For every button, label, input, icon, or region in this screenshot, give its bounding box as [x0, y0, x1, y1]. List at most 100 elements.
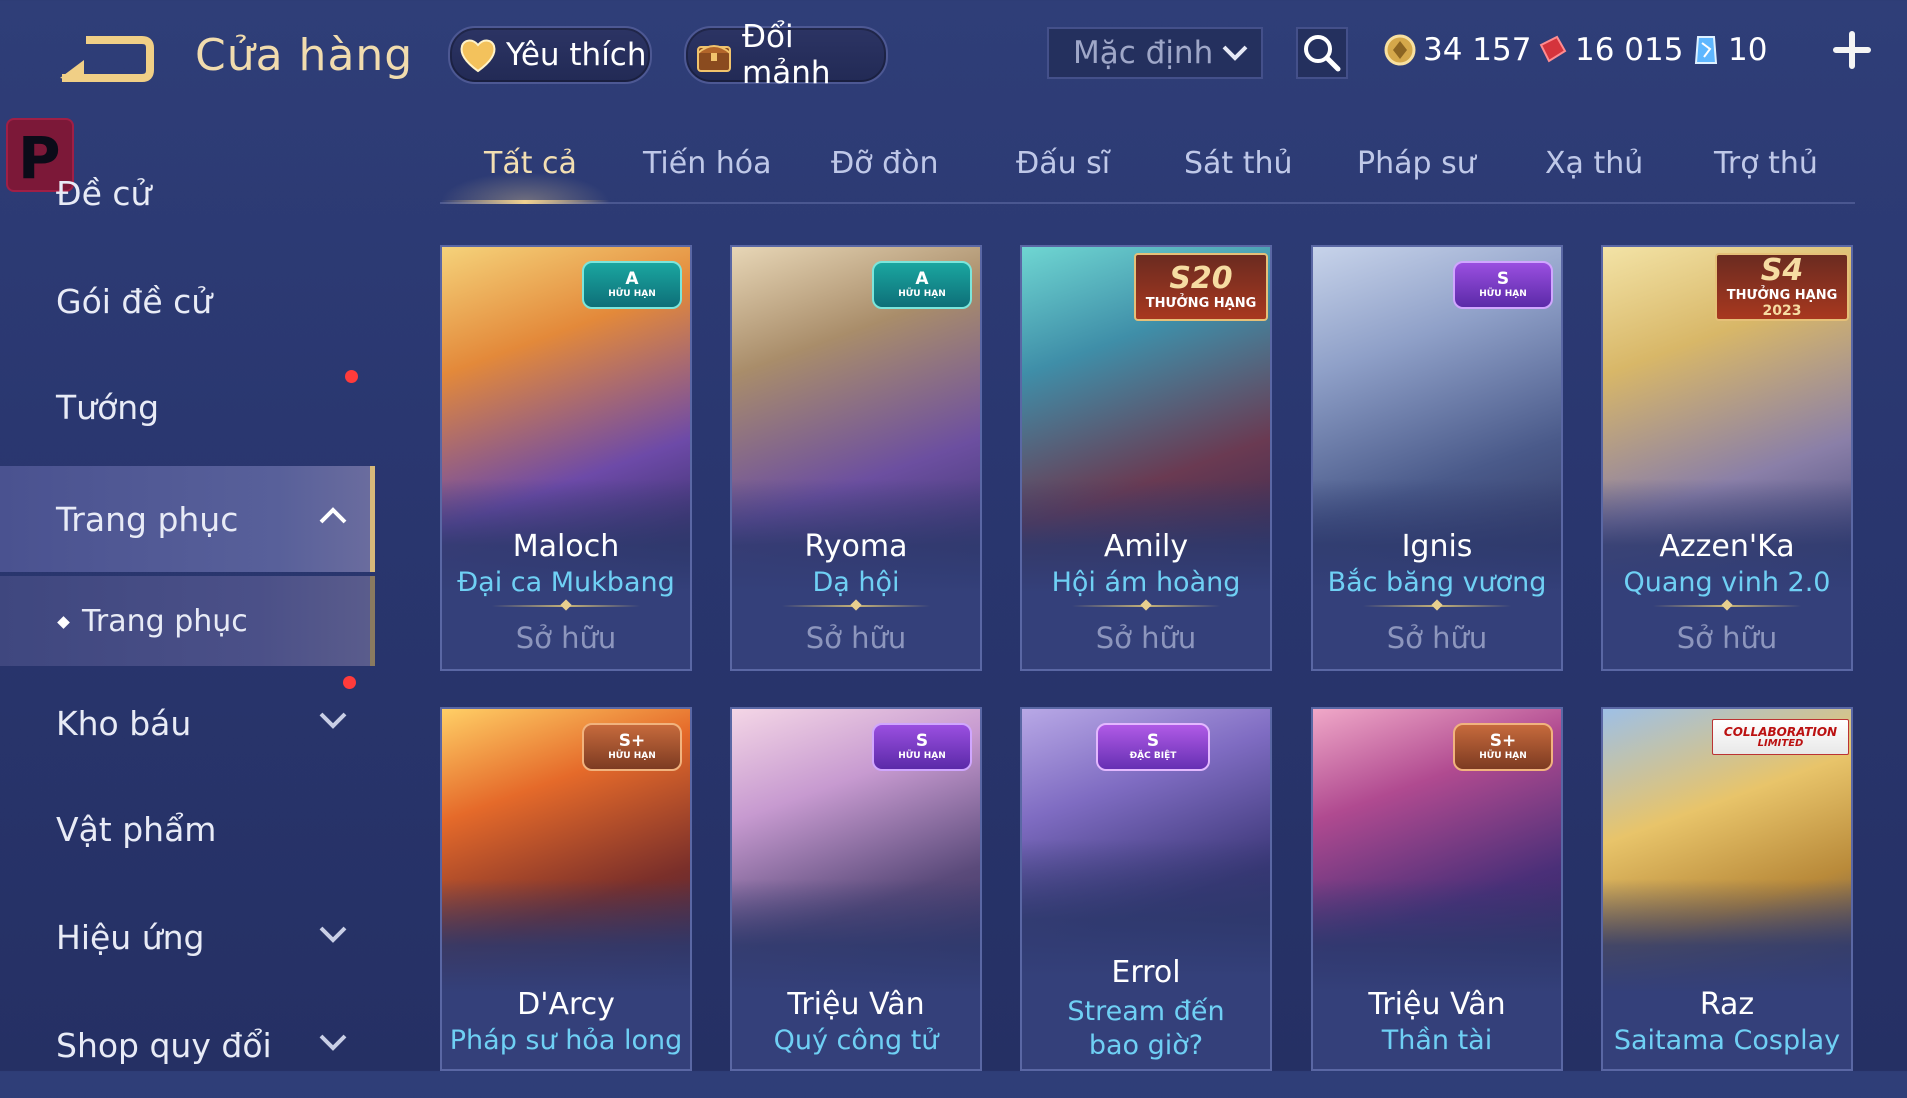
sidebar-item-label: Kho báu — [56, 703, 192, 743]
crystal-icon — [1694, 36, 1718, 64]
sidebar-subitem-skins[interactable]: Trang phục — [0, 576, 375, 666]
skin-card[interactable]: A HỮU HẠN Maloch Đại ca Mukbang Sở hữu — [440, 245, 692, 671]
sidebar-item-label: Gói đề cử — [56, 281, 213, 321]
tab-evolution[interactable]: Tiến hóa — [643, 146, 772, 181]
favorites-button[interactable]: Yêu thích — [448, 26, 652, 84]
rank-reward-badge: S4 THƯỞNG HẠNG 2023 — [1715, 253, 1849, 321]
sort-dropdown[interactable]: Mặc định — [1047, 27, 1263, 79]
add-currency-button[interactable] — [1832, 30, 1872, 70]
favorites-label: Yêu thích — [506, 37, 647, 73]
rarity-badge: S+ HỮU HẠN — [582, 723, 682, 771]
tab-support[interactable]: Trợ thủ — [1714, 146, 1818, 181]
skin-name: Thần tài — [1381, 1025, 1493, 1056]
sidebar-item-treasure[interactable]: Kho báu — [0, 670, 370, 776]
hero-name: Triệu Vân — [787, 987, 925, 1022]
sidebar-item-effects[interactable]: Hiệu ứng — [0, 884, 370, 990]
skin-card[interactable]: S HỮU HẠN Triệu Vân Quý công tử — [730, 707, 982, 1071]
skin-name: Dạ hội — [812, 567, 900, 598]
tab-tank[interactable]: Đỡ đòn — [831, 146, 939, 181]
back-button[interactable] — [56, 30, 156, 90]
skin-card[interactable]: S+ HỮU HẠN Triệu Vân Thần tài — [1311, 707, 1563, 1071]
sidebar-item-items[interactable]: Vật phẩm — [0, 776, 370, 882]
owned-status: Sở hữu — [1386, 621, 1488, 655]
hero-name: Ryoma — [804, 529, 908, 564]
tab-assassin[interactable]: Sát thủ — [1184, 146, 1293, 181]
divider — [1363, 605, 1511, 607]
owned-status: Sở hữu — [1095, 621, 1197, 655]
hero-name: D'Arcy — [517, 987, 615, 1022]
hero-name: Triệu Vân — [1368, 987, 1506, 1022]
skin-card[interactable]: A HỮU HẠN Ryoma Dạ hội Sở hữu — [730, 245, 982, 671]
skin-card[interactable]: COLLABORATION LIMITED Raz Saitama Cosplay — [1601, 707, 1853, 1071]
tab-marksman[interactable]: Xạ thủ — [1545, 146, 1643, 181]
skin-card[interactable]: S ĐẶC BIỆT Errol Stream đến bao giờ? — [1020, 707, 1272, 1071]
hero-name: Maloch — [512, 529, 620, 564]
tab-fighter[interactable]: Đấu sĩ — [1016, 146, 1110, 181]
category-tabs: Tất cả Tiến hóa Đỡ đòn Đấu sĩ Sát thủ Ph… — [440, 140, 1855, 204]
skin-name: Saitama Cosplay — [1613, 1025, 1841, 1056]
sidebar-item-label: Tướng — [56, 387, 160, 427]
sidebar-item-recommended[interactable]: Đề cử — [0, 140, 370, 246]
search-button[interactable] — [1296, 27, 1348, 79]
owned-status: Sở hữu — [1676, 621, 1778, 655]
tab-all[interactable]: Tất cả — [484, 146, 577, 181]
divider — [492, 605, 640, 607]
sidebar-item-skins[interactable]: Trang phục — [0, 466, 375, 572]
exchange-fragments-button[interactable]: Đổi mảnh — [684, 19, 888, 91]
hero-name: Raz — [1699, 987, 1755, 1022]
rarity-badge: S ĐẶC BIỆT — [1096, 723, 1210, 771]
voucher-currency: 16 015 — [1535, 28, 1683, 72]
hero-name: Errol — [1111, 955, 1181, 990]
skin-name: Quang vinh 2.0 — [1623, 567, 1831, 598]
heart-icon — [460, 39, 496, 73]
divider — [1072, 605, 1220, 607]
gem-currency: 10 — [1688, 28, 1767, 72]
sidebar-item-label: Trang phục — [82, 603, 248, 639]
divider — [1653, 605, 1801, 607]
skin-card[interactable]: S20 THƯỞNG HẠNG Amily Hội ám hoàng Sở hữu — [1020, 245, 1272, 671]
rarity-badge: A HỮU HẠN — [872, 261, 972, 309]
rarity-badge: A HỮU HẠN — [582, 261, 682, 309]
sidebar-item-label: Trang phục — [56, 499, 239, 539]
sidebar-item-label: Đề cử — [56, 173, 152, 213]
collaboration-badge: COLLABORATION LIMITED — [1712, 719, 1849, 755]
chevron-down-icon — [319, 1034, 347, 1051]
skin-name: Stream đến bao giờ? — [1067, 996, 1225, 1061]
skin-name: Hội ám hoàng — [1051, 567, 1241, 598]
search-icon — [1304, 35, 1341, 72]
skin-card[interactable]: S+ HỮU HẠN D'Arcy Pháp sư hỏa long — [440, 707, 692, 1071]
back-arrow-icon — [60, 36, 154, 82]
sidebar-item-label: Vật phẩm — [56, 809, 217, 849]
sidebar-item-heroes[interactable]: Tướng — [0, 354, 370, 460]
skin-name: Pháp sư hỏa long — [449, 1025, 683, 1056]
chevron-up-icon — [319, 507, 347, 524]
notification-dot — [343, 676, 356, 689]
sort-selected-value: Mặc định — [1073, 35, 1214, 71]
sidebar-item-exchange-shop[interactable]: Shop quy đổi — [0, 992, 370, 1098]
rarity-badge: S HỮU HẠN — [1453, 261, 1553, 309]
skin-card[interactable]: S4 THƯỞNG HẠNG 2023 Azzen'Ka Quang vinh 2.… — [1601, 245, 1853, 671]
red-voucher-icon — [1539, 35, 1567, 63]
sidebar-item-recommended-packs[interactable]: Gói đề cử — [0, 248, 370, 383]
sidebar: Đề cử Gói đề cử Tướng Trang phục Trang p… — [0, 140, 375, 1071]
skin-name: Đại ca Mukbang — [457, 567, 675, 598]
tab-mage[interactable]: Pháp sư — [1357, 146, 1476, 181]
skin-name: Bắc băng vương — [1327, 567, 1547, 598]
gold-currency: 34 157 — [1383, 28, 1531, 72]
skin-name: Quý công tử — [773, 1025, 939, 1056]
rarity-badge: S HỮU HẠN — [872, 723, 972, 771]
chevron-down-icon — [319, 926, 347, 943]
divider — [782, 605, 930, 607]
hero-name: Ignis — [1401, 529, 1473, 564]
hero-name: Azzen'Ka — [1659, 529, 1795, 564]
gold-coin-icon — [1384, 34, 1416, 66]
gem-amount: 10 — [1728, 32, 1768, 68]
sidebar-item-label: Hiệu ứng — [56, 917, 205, 957]
treasure-chest-icon — [697, 45, 731, 72]
skin-card[interactable]: S HỮU HẠN Ignis Bắc băng vương Sở hữu — [1311, 245, 1563, 671]
chevron-down-icon — [1222, 45, 1248, 61]
chevron-down-icon — [319, 712, 347, 729]
plus-icon — [1833, 31, 1871, 69]
fragments-label: Đổi mảnh — [742, 19, 831, 91]
hero-name: Amily — [1103, 529, 1189, 564]
